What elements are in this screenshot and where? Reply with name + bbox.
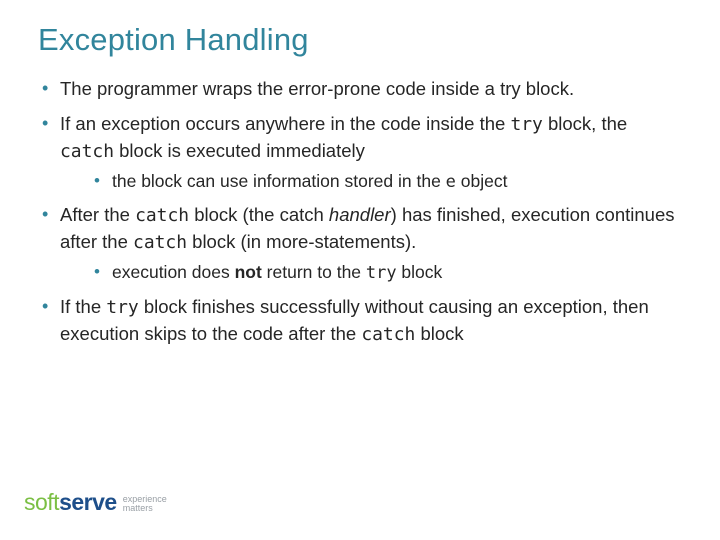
bullet-text: block, the [543,113,627,134]
code-try: try [510,114,542,135]
slide-title: Exception Handling [38,22,682,58]
bullet-text: block [397,262,443,282]
logo-serve: serve [59,489,117,515]
code-e: e [446,172,456,192]
slide: Exception Handling The programmer wraps … [0,0,720,540]
logo-text: softserve [24,489,117,516]
sub-bullet-item: execution does not return to the try blo… [92,260,682,286]
bullet-text: block (the catch [189,204,329,225]
code-catch: catch [361,324,415,345]
code-catch: catch [133,232,187,253]
sub-bullet-list: execution does not return to the try blo… [92,260,682,286]
company-logo: softserve experience matters [24,489,167,516]
code-catch: catch [60,141,114,162]
bullet-text: The programmer wraps the error-prone cod… [60,78,574,99]
bullet-text: block is executed immediately [114,140,365,161]
code-try: try [106,297,138,318]
code-catch: catch [135,205,189,226]
logo-soft: soft [24,489,59,515]
bullet-text: If an exception occurs anywhere in the c… [60,113,510,134]
bullet-text: the block can use information stored in … [112,171,446,191]
bullet-list: The programmer wraps the error-prone cod… [38,76,682,348]
bullet-text: return to the [262,262,366,282]
bullet-item: The programmer wraps the error-prone cod… [38,76,682,103]
bullet-item: If an exception occurs anywhere in the c… [38,111,682,195]
bullet-text: If the [60,296,106,317]
bullet-text: execution does [112,262,235,282]
logo-tagline: experience matters [123,495,167,514]
sub-bullet-list: the block can use information stored in … [92,169,682,195]
bullet-text: After the [60,204,135,225]
bullet-item: After the catch block (the catch handler… [38,202,682,286]
bullet-text: block [415,323,463,344]
code-try: try [366,263,397,283]
italic-handler: handler [329,204,391,225]
bold-not: not [235,262,262,282]
bullet-item: If the try block finishes successfully w… [38,294,682,348]
logo-tag2: matters [123,504,167,513]
bullet-text: block (in more-statements). [187,231,416,252]
sub-bullet-item: the block can use information stored in … [92,169,682,195]
bullet-text: block finishes successfully without caus… [60,296,649,344]
bullet-text: object [456,171,508,191]
